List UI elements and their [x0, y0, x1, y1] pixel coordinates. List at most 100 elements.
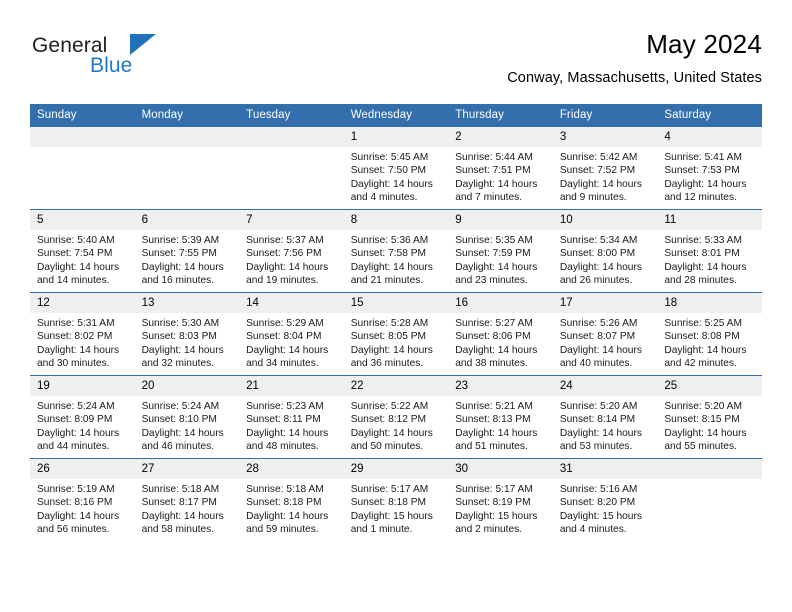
sunrise-text: Sunrise: 5:26 AM [559, 318, 638, 329]
daylight-text: Daylight: 14 hours and 53 minutes. [559, 427, 642, 453]
sunrise-text: Sunrise: 5:27 AM [455, 318, 533, 329]
day-details: Sunrise: 5:26 AM Sunset: 8:07 PM Daylight:… [553, 313, 658, 371]
day-details: Sunrise: 5:19 AM Sunset: 8:16 PM Daylight:… [30, 479, 135, 537]
sunrise-text: Sunrise: 5:17 AM [455, 484, 533, 495]
day-details: Sunrise: 5:42 AM Sunset: 7:52 PM Daylight:… [553, 147, 658, 205]
calendar-day-cell[interactable]: 22 Sunrise: 5:22 AM Sunset: 8:12 PM Dayligh… [343, 375, 449, 459]
calendar-day-cell[interactable]: 5 Sunrise: 5:40 AM Sunset: 7:54 PM Daylight… [30, 209, 135, 293]
calendar-day-cell[interactable]: 19 Sunrise: 5:24 AM Sunset: 8:09 PM Dayligh… [30, 375, 135, 459]
daylight-text: Daylight: 14 hours and 4 minutes. [350, 178, 433, 204]
daylight-text: Daylight: 14 hours and 46 minutes. [141, 427, 224, 453]
calendar-day-cell[interactable]: 30 Sunrise: 5:17 AM Sunset: 8:19 PM Dayligh… [448, 458, 553, 541]
calendar-day-cell[interactable]: 2 Sunrise: 5:44 AM Sunset: 7:51 PM Daylight… [448, 126, 553, 210]
day-number: 28 [239, 459, 344, 479]
day-box [30, 127, 135, 209]
calendar-day-cell[interactable]: 13 Sunrise: 5:30 AM Sunset: 8:03 PM Dayligh… [134, 292, 240, 376]
calendar-day-cell[interactable]: 29 Sunrise: 5:17 AM Sunset: 8:18 PM Dayligh… [343, 458, 449, 541]
sunset-text: Sunset: 7:54 PM [37, 248, 113, 260]
sunset-text: Sunset: 8:16 PM [37, 497, 113, 509]
calendar-day-cell[interactable]: 14 Sunrise: 5:29 AM Sunset: 8:04 PM Dayligh… [239, 292, 344, 376]
sunrise-text: Sunrise: 5:24 AM [141, 401, 220, 412]
calendar-day-cell[interactable]: 15 Sunrise: 5:28 AM Sunset: 8:05 PM Dayligh… [343, 292, 449, 376]
daylight-text: Daylight: 14 hours and 38 minutes. [455, 344, 538, 370]
day-details: Sunrise: 5:41 AM Sunset: 7:53 PM Daylight:… [657, 147, 762, 205]
day-details: Sunrise: 5:31 AM Sunset: 8:02 PM Daylight:… [30, 313, 135, 371]
daylight-text: Daylight: 14 hours and 59 minutes. [246, 510, 329, 536]
sunrise-text: Sunrise: 5:30 AM [141, 318, 220, 329]
calendar-day-cell[interactable]: 24 Sunrise: 5:20 AM Sunset: 8:14 PM Dayligh… [552, 375, 658, 459]
day-number: 17 [552, 293, 658, 313]
daylight-text: Daylight: 14 hours and 12 minutes. [664, 178, 747, 204]
sunrise-text: Sunrise: 5:22 AM [350, 401, 429, 412]
calendar-day-cell[interactable]: 20 Sunrise: 5:24 AM Sunset: 8:10 PM Dayligh… [134, 375, 240, 459]
daylight-text: Daylight: 15 hours and 2 minutes. [455, 510, 538, 536]
sunrise-text: Sunrise: 5:25 AM [664, 318, 742, 329]
day-number: 21 [239, 376, 344, 396]
day-box: 7 Sunrise: 5:37 AM Sunset: 7:56 PM Daylight… [239, 210, 344, 292]
day-number-placeholder [239, 127, 344, 147]
day-box: 27 Sunrise: 5:18 AM Sunset: 8:17 PM Dayligh… [134, 459, 240, 541]
calendar-day-cell[interactable]: 4 Sunrise: 5:41 AM Sunset: 7:53 PM Daylight… [657, 126, 762, 210]
page-header: General Blue May 2024 Conway, Massachuse… [30, 28, 762, 100]
sunset-text: Sunset: 8:18 PM [350, 497, 427, 509]
day-number: 19 [30, 376, 135, 396]
calendar-week-row: 5 Sunrise: 5:40 AM Sunset: 7:54 PM Daylight… [30, 209, 762, 293]
day-box: 29 Sunrise: 5:17 AM Sunset: 8:18 PM Dayligh… [343, 459, 449, 541]
day-number: 2 [448, 127, 553, 147]
sunset-text: Sunset: 8:19 PM [455, 497, 531, 509]
day-number: 14 [239, 293, 344, 313]
calendar-day-cell[interactable]: 10 Sunrise: 5:34 AM Sunset: 8:00 PM Dayligh… [552, 209, 658, 293]
calendar-day-cell[interactable]: 26 Sunrise: 5:19 AM Sunset: 8:16 PM Dayligh… [30, 458, 135, 541]
daylight-text: Daylight: 14 hours and 56 minutes. [37, 510, 120, 536]
day-details: Sunrise: 5:22 AM Sunset: 8:12 PM Daylight:… [344, 396, 449, 454]
calendar-day-cell[interactable]: 25 Sunrise: 5:20 AM Sunset: 8:15 PM Dayligh… [657, 375, 762, 459]
day-number: 23 [448, 376, 553, 396]
calendar-day-cell[interactable]: 31 Sunrise: 5:16 AM Sunset: 8:20 PM Dayligh… [552, 458, 658, 541]
daylight-text: Daylight: 14 hours and 7 minutes. [455, 178, 538, 204]
calendar-day-cell[interactable]: 9 Sunrise: 5:35 AM Sunset: 7:59 PM Daylight… [448, 209, 553, 293]
day-number: 3 [552, 127, 658, 147]
calendar-day-cell[interactable]: 28 Sunrise: 5:18 AM Sunset: 8:18 PM Dayligh… [239, 458, 344, 541]
day-details: Sunrise: 5:23 AM Sunset: 8:11 PM Daylight:… [239, 396, 344, 454]
sunrise-text: Sunrise: 5:24 AM [37, 401, 115, 412]
sunset-text: Sunset: 8:04 PM [246, 331, 322, 343]
calendar-day-cell[interactable]: 12 Sunrise: 5:31 AM Sunset: 8:02 PM Dayligh… [30, 292, 135, 376]
calendar-day-cell[interactable]: 6 Sunrise: 5:39 AM Sunset: 7:55 PM Daylight… [134, 209, 240, 293]
day-box: 12 Sunrise: 5:31 AM Sunset: 8:02 PM Dayligh… [30, 293, 135, 375]
calendar-day-cell[interactable]: 7 Sunrise: 5:37 AM Sunset: 7:56 PM Daylight… [239, 209, 344, 293]
day-details: Sunrise: 5:34 AM Sunset: 8:00 PM Daylight:… [553, 230, 658, 288]
daylight-text: Daylight: 14 hours and 50 minutes. [350, 427, 433, 453]
sunrise-text: Sunrise: 5:19 AM [37, 484, 115, 495]
calendar-day-cell[interactable]: 18 Sunrise: 5:25 AM Sunset: 8:08 PM Dayligh… [657, 292, 762, 376]
calendar-day-cell[interactable]: 8 Sunrise: 5:36 AM Sunset: 7:58 PM Daylight… [343, 209, 449, 293]
day-details: Sunrise: 5:18 AM Sunset: 8:18 PM Daylight:… [239, 479, 344, 537]
sunrise-text: Sunrise: 5:18 AM [246, 484, 324, 495]
calendar-day-cell[interactable]: 17 Sunrise: 5:26 AM Sunset: 8:07 PM Dayligh… [552, 292, 658, 376]
day-box: 15 Sunrise: 5:28 AM Sunset: 8:05 PM Dayligh… [343, 293, 449, 375]
sunset-text: Sunset: 8:15 PM [664, 414, 740, 426]
calendar-day-cell[interactable]: 21 Sunrise: 5:23 AM Sunset: 8:11 PM Dayligh… [239, 375, 344, 459]
sunset-text: Sunset: 7:51 PM [455, 165, 531, 177]
calendar-day-cell-empty [239, 126, 344, 210]
calendar-day-cell[interactable]: 11 Sunrise: 5:33 AM Sunset: 8:01 PM Dayligh… [657, 209, 762, 293]
daylight-text: Daylight: 14 hours and 55 minutes. [664, 427, 747, 453]
day-box: 2 Sunrise: 5:44 AM Sunset: 7:51 PM Daylight… [448, 127, 553, 209]
calendar-day-cell[interactable]: 1 Sunrise: 5:45 AM Sunset: 7:50 PM Daylight… [343, 126, 449, 210]
day-number-placeholder [30, 127, 135, 147]
calendar-day-cell[interactable]: 27 Sunrise: 5:18 AM Sunset: 8:17 PM Dayligh… [134, 458, 240, 541]
brand-logo: General Blue [30, 34, 270, 92]
sunset-text: Sunset: 8:13 PM [455, 414, 531, 426]
daylight-text: Daylight: 14 hours and 36 minutes. [350, 344, 433, 370]
daylight-text: Daylight: 14 hours and 28 minutes. [664, 261, 747, 287]
day-number: 15 [343, 293, 449, 313]
calendar-day-cell[interactable]: 23 Sunrise: 5:21 AM Sunset: 8:13 PM Dayligh… [448, 375, 553, 459]
day-box: 10 Sunrise: 5:34 AM Sunset: 8:00 PM Dayligh… [552, 210, 658, 292]
day-number: 1 [343, 127, 449, 147]
sunrise-text: Sunrise: 5:39 AM [141, 235, 220, 246]
calendar-day-cell[interactable]: 3 Sunrise: 5:42 AM Sunset: 7:52 PM Daylight… [552, 126, 658, 210]
calendar-head: Sunday Monday Tuesday Wednesday Thursday… [30, 104, 762, 127]
day-number: 24 [552, 376, 658, 396]
sunset-text: Sunset: 7:55 PM [141, 248, 217, 260]
daylight-text: Daylight: 14 hours and 48 minutes. [246, 427, 329, 453]
calendar-day-cell[interactable]: 16 Sunrise: 5:27 AM Sunset: 8:06 PM Dayligh… [448, 292, 553, 376]
